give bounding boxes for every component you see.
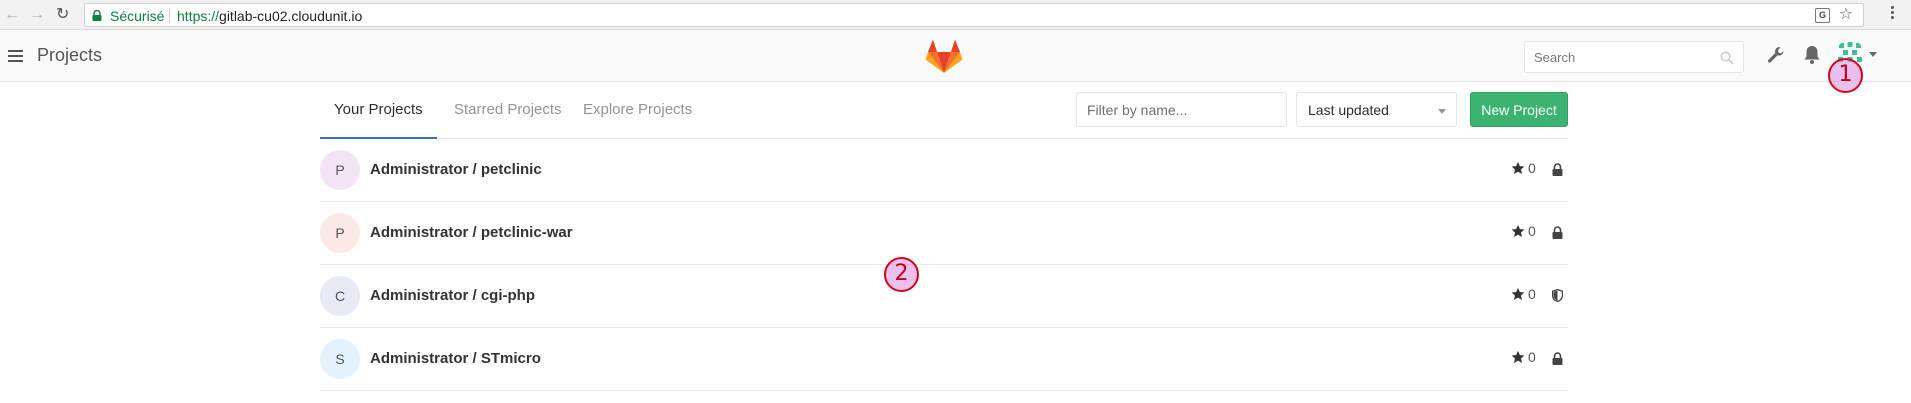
bell-icon[interactable]: [1802, 44, 1822, 66]
secure-label: Sécurisé: [110, 8, 165, 24]
star-count: 0: [1511, 160, 1536, 176]
user-menu-caret-icon[interactable]: [1869, 52, 1877, 57]
hamburger-menu-icon[interactable]: [8, 50, 23, 62]
address-bar[interactable]: Sécurisé https://gitlab-cu02.cloudunit.i…: [84, 3, 1864, 27]
secure-lock-icon: [92, 10, 102, 21]
project-row[interactable]: C Administrator / cgi-php 0: [320, 265, 1568, 328]
star-count-value: 0: [1528, 349, 1536, 365]
tab-your-projects[interactable]: Your Projects: [320, 82, 437, 139]
star-icon: [1511, 224, 1525, 238]
private-lock-icon: [1552, 226, 1563, 239]
reload-icon[interactable]: ↻: [56, 6, 69, 24]
project-avatar: S: [320, 339, 360, 379]
url-text[interactable]: https://gitlab-cu02.cloudunit.io: [177, 8, 362, 24]
search-icon: [1720, 51, 1734, 65]
star-count: 0: [1511, 286, 1536, 302]
address-separator: [169, 8, 170, 23]
back-arrow-icon[interactable]: ←: [4, 6, 20, 24]
project-name-link[interactable]: Administrator / STmicro: [370, 350, 541, 367]
project-avatar: P: [320, 213, 360, 253]
tab-explore-projects[interactable]: Explore Projects: [569, 82, 706, 139]
private-lock-icon: [1552, 163, 1563, 176]
project-row[interactable]: S Administrator / STmicro 0: [320, 328, 1568, 391]
annotation-marker: 1: [1828, 58, 1863, 93]
tab-starred-projects[interactable]: Starred Projects: [440, 82, 576, 139]
star-icon: [1511, 161, 1525, 175]
project-row[interactable]: P Administrator / petclinic-war 0: [320, 202, 1568, 265]
app-header: Projects: [0, 30, 1911, 82]
star-count-value: 0: [1528, 223, 1536, 239]
chevron-down-icon: [1438, 109, 1446, 114]
bookmark-star-icon[interactable]: ☆: [1839, 6, 1853, 24]
star-count-value: 0: [1528, 160, 1536, 176]
project-name-link[interactable]: Administrator / petclinic-war: [370, 224, 573, 241]
star-count-value: 0: [1528, 286, 1536, 302]
page-title: Projects: [37, 45, 103, 65]
project-list: P Administrator / petclinic 0 P Administ…: [320, 139, 1568, 391]
star-icon: [1511, 287, 1525, 301]
star-icon: [1511, 350, 1525, 364]
search-input[interactable]: [1525, 42, 1705, 72]
star-count: 0: [1511, 223, 1536, 239]
new-project-button[interactable]: New Project: [1470, 92, 1568, 127]
wrench-icon[interactable]: [1766, 45, 1786, 65]
internal-shield-icon: [1552, 289, 1563, 302]
private-lock-icon: [1552, 352, 1563, 365]
url-scheme: https://: [177, 8, 220, 24]
translate-icon[interactable]: G: [1815, 8, 1830, 23]
url-host: gitlab-cu02.cloudunit.io: [219, 8, 363, 24]
sort-dropdown[interactable]: Last updated: [1296, 92, 1457, 127]
project-name-link[interactable]: Administrator / petclinic: [370, 161, 542, 178]
sort-selected-value: Last updated: [1308, 102, 1389, 118]
project-avatar: C: [320, 276, 360, 316]
project-avatar: P: [320, 150, 360, 190]
browser-toolbar: ← → ↻ Sécurisé https://gitlab-cu02.cloud…: [0, 0, 1911, 30]
filter-by-name-input[interactable]: [1076, 92, 1287, 127]
project-name-link[interactable]: Administrator / cgi-php: [370, 287, 535, 304]
star-count: 0: [1511, 349, 1536, 365]
forward-arrow-icon[interactable]: →: [29, 6, 45, 24]
search-box[interactable]: [1524, 41, 1744, 73]
annotation-marker: 2: [884, 257, 919, 292]
browser-menu-icon[interactable]: [1885, 4, 1899, 24]
project-row[interactable]: P Administrator / petclinic 0: [320, 139, 1568, 202]
gitlab-logo-icon[interactable]: [925, 38, 963, 74]
